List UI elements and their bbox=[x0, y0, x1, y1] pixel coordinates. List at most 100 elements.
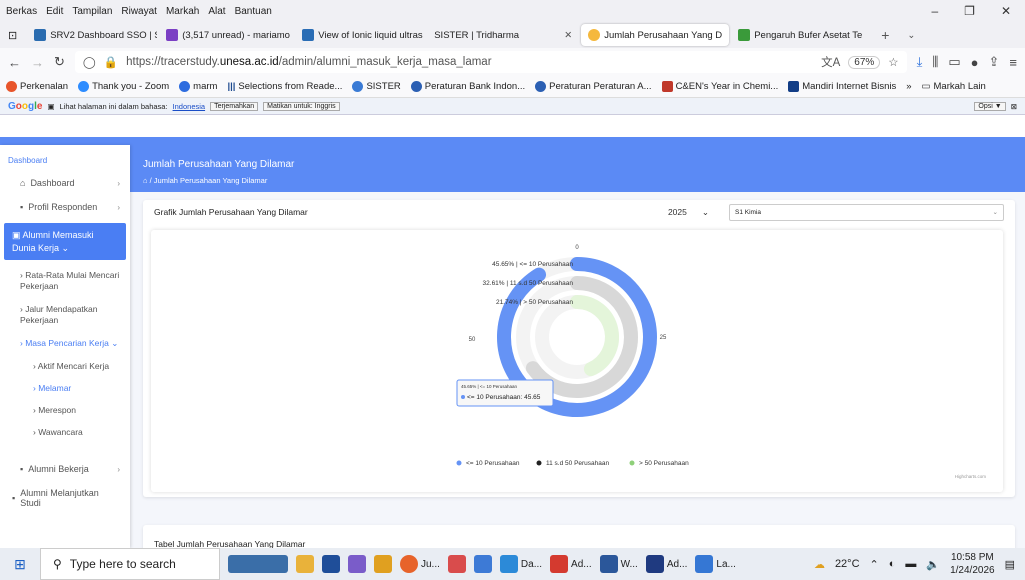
restore-icon[interactable]: ❐ bbox=[964, 4, 975, 18]
tray-overflow-icon[interactable]: ⌃ bbox=[870, 558, 879, 571]
menu-markah[interactable]: Markah bbox=[166, 6, 199, 17]
legend-item-11-50[interactable]: 11 s.d 50 Perusahaan bbox=[546, 460, 610, 467]
tab-sister[interactable]: SISTER | Tridharma ✕ bbox=[427, 24, 579, 46]
sidebar-icon[interactable]: ▭ bbox=[948, 54, 960, 70]
account-icon[interactable]: ● bbox=[971, 55, 979, 70]
reload-icon[interactable]: ↻ bbox=[54, 54, 65, 70]
translate-language-select[interactable]: Indonesia bbox=[173, 102, 206, 111]
translate-off-button[interactable]: Matikan untuk: Inggris bbox=[263, 101, 340, 111]
weather-icon[interactable]: ☁ bbox=[814, 558, 825, 571]
menu-bantuan[interactable]: Bantuan bbox=[235, 6, 272, 17]
tab-srv2[interactable]: SRV2 Dashboard SSO | Si✕ bbox=[27, 24, 157, 46]
taskbar-firefox[interactable]: Ju... bbox=[400, 555, 440, 573]
sidebar-item-masa-pencarian[interactable]: › Masa Pencarian Kerja ⌄ bbox=[0, 332, 130, 355]
sidebar-item-aktif[interactable]: › Aktif Mencari Kerja bbox=[0, 355, 130, 377]
sidebar-item-merespon[interactable]: › Merespon bbox=[0, 399, 130, 421]
volume-icon[interactable]: 🔈 bbox=[926, 558, 940, 571]
menu-tampilan[interactable]: Tampilan bbox=[72, 6, 112, 17]
bookmark-marm[interactable]: marm bbox=[179, 81, 217, 92]
taskbar-acrobat[interactable]: Ad... bbox=[550, 555, 592, 573]
taskbar-app-icon[interactable] bbox=[322, 555, 340, 573]
bookmark-star-icon[interactable]: ☆ bbox=[888, 55, 898, 69]
temperature[interactable]: 22°C bbox=[835, 558, 860, 570]
tab-list-icon[interactable]: ⊡ bbox=[8, 29, 17, 42]
sidebar-item-rata-rata[interactable]: › Rata-Rata Mulai Mencari Pekerjaan bbox=[0, 264, 130, 298]
bookmark-peraturan-a[interactable]: Peraturan Peraturan A... bbox=[535, 81, 652, 92]
taskbar-app-icon[interactable] bbox=[296, 555, 314, 573]
taskbar-app-ad[interactable]: Ad... bbox=[645, 555, 687, 573]
sidebar-item-alumni-memasuki[interactable]: ▣ Alumni Memasuki Dunia Kerja ⌄ bbox=[4, 223, 126, 261]
back-icon[interactable]: ← bbox=[8, 55, 21, 70]
sidebar-item-jalur[interactable]: › Jalur Mendapatkan Pekerjaan bbox=[0, 298, 130, 332]
tab-close-icon[interactable]: ✕ bbox=[866, 30, 871, 41]
translate-prompt: Lihat halaman ini dalam bahasa: bbox=[59, 101, 168, 111]
radial-bar-2[interactable] bbox=[570, 295, 619, 377]
tab-mail[interactable]: (3,517 unread) - mariamo✕ bbox=[159, 24, 293, 46]
tab-pengaruh[interactable]: Pengaruh Bufer Asetat Te✕ bbox=[731, 24, 871, 46]
translate-button[interactable]: Terjemahkan bbox=[210, 101, 259, 111]
taskbar: ⊞ ⚲ Type here to search Ju... Da... Ad...… bbox=[0, 548, 1025, 580]
taskbar-app-icon[interactable] bbox=[473, 555, 492, 573]
bookmark-selections[interactable]: ||| Selections from Reade... bbox=[227, 81, 342, 92]
close-icon[interactable]: ✕ bbox=[1001, 4, 1011, 18]
forward-icon[interactable]: → bbox=[31, 55, 44, 70]
sidebar-item-wawancara[interactable]: › Wawancara bbox=[0, 421, 130, 443]
library-icon[interactable]: ⫼ bbox=[932, 54, 938, 70]
menu-riwayat[interactable]: Riwayat bbox=[121, 6, 157, 17]
taskbar-word[interactable]: W... bbox=[599, 555, 638, 573]
bookmark-sister[interactable]: SISTER bbox=[352, 81, 401, 92]
bookmark-cen[interactable]: C&EN's Year in Chemi... bbox=[661, 81, 778, 92]
bookmark-mandiri[interactable]: Mandiri Internet Bisnis bbox=[788, 81, 896, 92]
chart-credit[interactable]: Highcharts.com bbox=[955, 474, 987, 479]
sidebar-section-title: Dashboard bbox=[8, 156, 48, 165]
taskbar-search[interactable]: ⚲ Type here to search bbox=[40, 548, 220, 580]
home-icon[interactable]: ⌂ bbox=[143, 176, 148, 185]
battery-icon[interactable]: ▬ bbox=[905, 558, 916, 570]
legend-item-le10[interactable]: <= 10 Perusahaan bbox=[466, 460, 520, 467]
sidebar-item-melamar[interactable]: › Melamar bbox=[0, 377, 130, 399]
prodi-select[interactable]: S1 Kimia ⌄ bbox=[729, 203, 1004, 221]
translate-icon[interactable]: 文A bbox=[821, 54, 840, 70]
windows-start-icon[interactable]: ⊞ bbox=[0, 556, 40, 573]
app-menu-icon[interactable]: ≡ bbox=[1009, 55, 1017, 70]
clock[interactable]: 10:58 PM 1/24/2026 bbox=[950, 551, 995, 577]
bookmark-perkenalan[interactable]: Perkenalan bbox=[6, 81, 68, 92]
year-select[interactable]: 2025 ⌄ bbox=[668, 207, 709, 218]
bookmark-markah-lain[interactable]: ▭ Markah Lain bbox=[922, 81, 986, 92]
translate-close-icon[interactable]: ⊠ bbox=[1011, 102, 1017, 111]
address-bar[interactable]: ◯ 🔒 https://tracerstudy.unesa.ac.id/admi… bbox=[74, 51, 907, 73]
menu-edit[interactable]: Edit bbox=[46, 6, 63, 17]
tab-close-icon[interactable]: ✕ bbox=[559, 30, 572, 41]
notifications-icon[interactable]: ▤ bbox=[1005, 558, 1015, 571]
briefcase-icon: ▪ bbox=[20, 464, 24, 475]
tab-jumlah-perusahaan[interactable]: Jumlah Perusahaan Yang D✕ bbox=[581, 24, 730, 46]
tab-close-icon[interactable]: ✕ bbox=[726, 30, 729, 41]
taskbar-app-icon[interactable] bbox=[348, 555, 366, 573]
new-tab-icon[interactable]: + bbox=[881, 27, 889, 43]
extensions-icon[interactable]: ⇪ bbox=[989, 54, 1000, 70]
bookmark-overflow-icon[interactable]: » bbox=[906, 81, 911, 92]
translate-options-button[interactable]: Opsi ▼ bbox=[974, 101, 1006, 111]
taskbar-news-widget[interactable] bbox=[228, 555, 288, 573]
sidebar-item-alumni-bekerja[interactable]: ▪ Alumni Bekerja › bbox=[0, 457, 130, 481]
menu-alat[interactable]: Alat bbox=[208, 6, 225, 17]
bookmark-peraturan-bi[interactable]: Peraturan Bank Indon... bbox=[410, 81, 525, 92]
breadcrumb: ⌂ / Jumlah Perusahaan Yang Dilamar bbox=[143, 176, 268, 185]
menu-berkas[interactable]: Berkas bbox=[6, 6, 37, 17]
taskbar-app-la[interactable]: La... bbox=[695, 555, 736, 573]
taskbar-data-app[interactable]: Da... bbox=[499, 555, 542, 573]
home-icon: ⌂ bbox=[20, 178, 26, 188]
taskbar-app-icon[interactable] bbox=[447, 555, 466, 573]
minimize-icon[interactable]: – bbox=[931, 4, 938, 18]
tab-ionic[interactable]: View of Ionic liquid ultras✕ bbox=[295, 24, 425, 46]
download-icon[interactable]: ⤓ bbox=[917, 54, 923, 70]
sidebar-item-alumni-melanjutkan[interactable]: ▪ Alumni Melanjutkan Studi bbox=[0, 481, 130, 515]
sidebar-item-dashboard[interactable]: ⌂ Dashboard › bbox=[0, 171, 130, 195]
bookmark-zoom[interactable]: Thank you - Zoom bbox=[78, 81, 169, 92]
tab-overflow-icon[interactable]: ⌄ bbox=[907, 30, 915, 41]
legend-item-gt50[interactable]: > 50 Perusahaan bbox=[639, 460, 689, 467]
sidebar-item-profil[interactable]: ▪ Profil Responden › bbox=[0, 195, 130, 219]
network-icon[interactable]: ◐ bbox=[889, 558, 896, 570]
zoom-badge[interactable]: 67% bbox=[848, 55, 881, 69]
taskbar-app-icon[interactable] bbox=[374, 555, 392, 573]
